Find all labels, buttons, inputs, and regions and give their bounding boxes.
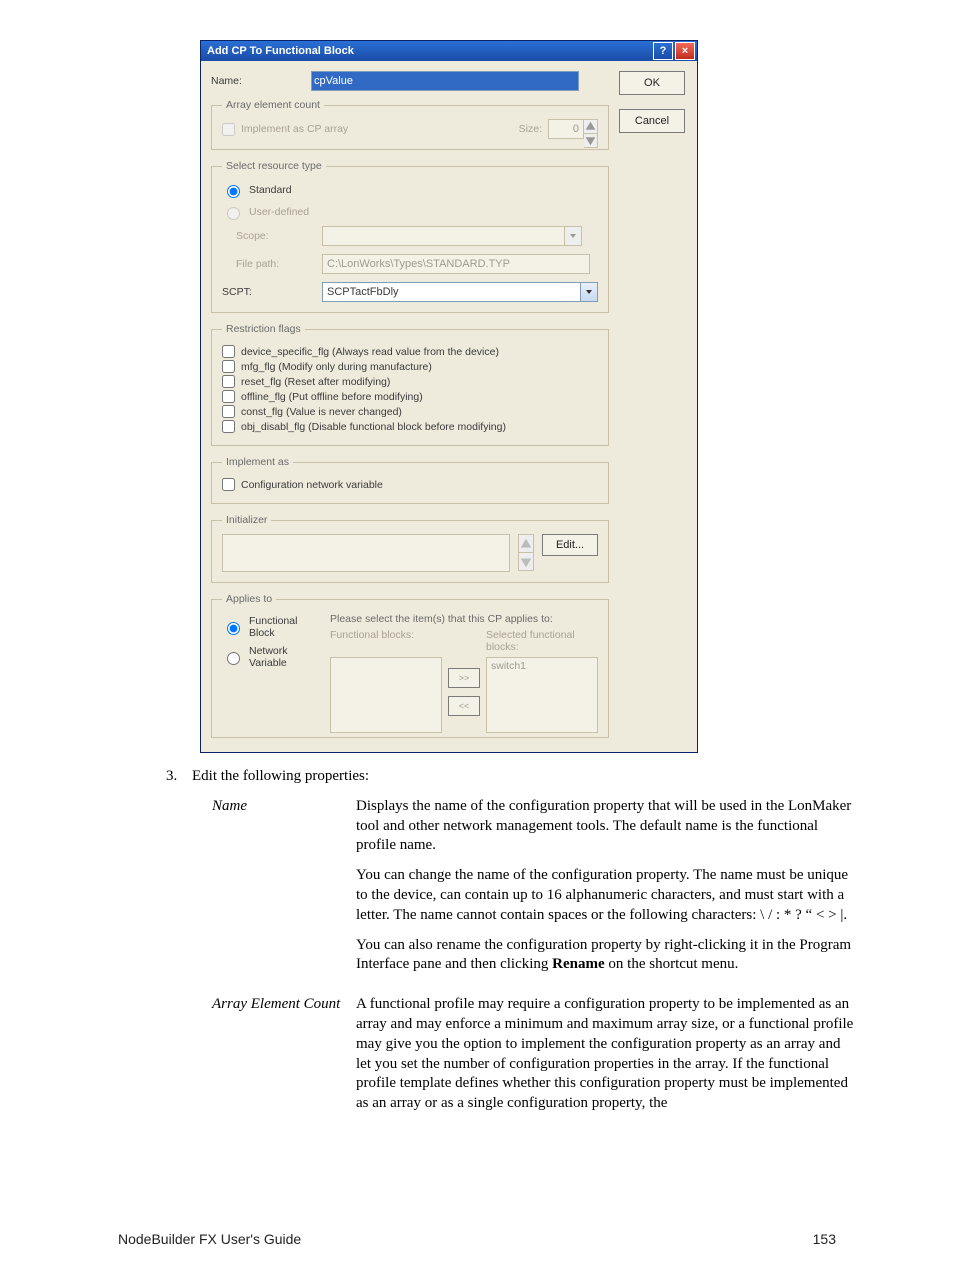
name-input[interactable] (311, 71, 579, 91)
scope-dropdown[interactable] (322, 226, 582, 246)
obj-disabl-flg-check[interactable] (222, 420, 235, 433)
restriction-flags-legend: Restriction flags (222, 323, 305, 335)
rename-keyword: Rename (552, 956, 605, 972)
footer-left: NodeBuilder FX User's Guide (118, 1231, 301, 1247)
scope-value (322, 226, 565, 246)
applies-nv-label: Network Variable (249, 645, 322, 669)
add-cp-dialog: Add CP To Functional Block ? × Name: // … (200, 40, 698, 753)
prop-name-p1: Displays the name of the configuration p… (356, 797, 854, 856)
selected-fb-list[interactable]: switch1 (486, 657, 598, 733)
applies-fb-radio[interactable] (227, 622, 240, 635)
fb-list-label: Functional blocks: (330, 629, 442, 641)
list-item[interactable]: switch1 (491, 660, 593, 672)
applies-instruction: Please select the item(s) that this CP a… (330, 613, 598, 625)
offline-flg-check[interactable] (222, 390, 235, 403)
scroll-up-icon[interactable] (518, 534, 534, 553)
const-flg-check[interactable] (222, 405, 235, 418)
scroll-down-icon[interactable] (518, 553, 534, 571)
device-specific-label: device_specific_flg (Always read value f… (241, 346, 499, 358)
move-left-button[interactable]: << (448, 696, 480, 716)
impl-cp-array-check[interactable] (222, 123, 235, 136)
scpt-dropdown[interactable]: SCPTactFbDly (322, 282, 598, 302)
footer-right: 153 (813, 1231, 836, 1247)
scpt-value: SCPTactFbDly (322, 282, 581, 302)
dialog-title: Add CP To Functional Block (207, 45, 354, 57)
spin-down-icon[interactable] (584, 134, 598, 148)
applies-to-legend: Applies to (222, 593, 276, 605)
config-nv-check[interactable] (222, 478, 235, 491)
initializer-legend: Initializer (222, 514, 271, 526)
prop-name-p3: You can also rename the configuration pr… (356, 936, 854, 976)
user-defined-label: User-defined (249, 206, 309, 218)
config-nv-label: Configuration network variable (241, 479, 383, 491)
mfg-flg-check[interactable] (222, 360, 235, 373)
step-text: Edit the following properties: (192, 767, 369, 787)
array-count-legend: Array element count (222, 99, 324, 111)
obj-disabl-flg-label: obj_disabl_flg (Disable functional block… (241, 421, 506, 433)
document-body: 3. Edit the following properties: Name D… (120, 767, 854, 1124)
array-count-group: Array element count Implement as CP arra… (211, 99, 609, 150)
applies-nv-radio[interactable] (227, 652, 240, 665)
cancel-button[interactable]: Cancel (619, 109, 685, 133)
initializer-text (222, 534, 510, 572)
restriction-flags-group: Restriction flags device_specific_flg (A… (211, 323, 609, 446)
impl-cp-array-label: Implement as CP array (241, 123, 348, 135)
scope-label: Scope: (236, 230, 322, 242)
edit-initializer-button[interactable]: Edit... (542, 534, 598, 556)
prop-aec-p1: A functional profile may require a confi… (356, 995, 854, 1114)
device-specific-check[interactable] (222, 345, 235, 358)
selected-fb-list-label: Selected functional blocks: (486, 629, 598, 653)
initializer-group: Initializer Edit... (211, 514, 609, 583)
chevron-down-icon[interactable] (581, 282, 598, 302)
reset-flg-check[interactable] (222, 375, 235, 388)
spin-up-icon[interactable] (584, 119, 598, 134)
size-label: Size: (519, 123, 542, 135)
dialog-titlebar: Add CP To Functional Block ? × (201, 41, 697, 61)
ok-button[interactable]: OK (619, 71, 685, 95)
filepath-label: File path: (236, 258, 322, 270)
reset-flg-label: reset_flg (Reset after modifying) (241, 376, 390, 388)
size-spinner[interactable]: 0 (548, 119, 598, 139)
filepath-value: C:\LonWorks\Types\STANDARD.TYP (322, 254, 590, 274)
user-defined-radio[interactable] (227, 207, 240, 220)
const-flg-label: const_flg (Value is never changed) (241, 406, 402, 418)
chevron-down-icon (565, 226, 582, 246)
prop-name-p2: You can change the name of the configura… (356, 866, 854, 925)
help-icon[interactable]: ? (653, 42, 673, 60)
step-number: 3. (166, 767, 192, 787)
standard-radio[interactable] (227, 185, 240, 198)
close-icon[interactable]: × (675, 42, 695, 60)
size-value: 0 (548, 119, 584, 139)
available-fb-list[interactable] (330, 657, 442, 733)
resource-type-group: Select resource type Standard User-defin… (211, 160, 609, 313)
prop-name-title: Name (212, 797, 356, 985)
implement-as-group: Implement as Configuration network varia… (211, 456, 609, 504)
name-label: Name: (211, 75, 311, 87)
applies-to-group: Applies to Functional Block Network Vari… (211, 593, 609, 738)
scpt-label: SCPT: (222, 286, 322, 298)
prop-aec-title: Array Element Count (212, 995, 356, 1124)
mfg-flg-label: mfg_flg (Modify only during manufacture) (241, 361, 432, 373)
implement-as-legend: Implement as (222, 456, 293, 468)
applies-fb-label: Functional Block (249, 615, 322, 639)
offline-flg-label: offline_flg (Put offline before modifyin… (241, 391, 423, 403)
standard-label: Standard (249, 184, 292, 196)
resource-type-legend: Select resource type (222, 160, 326, 172)
move-right-button[interactable]: >> (448, 668, 480, 688)
